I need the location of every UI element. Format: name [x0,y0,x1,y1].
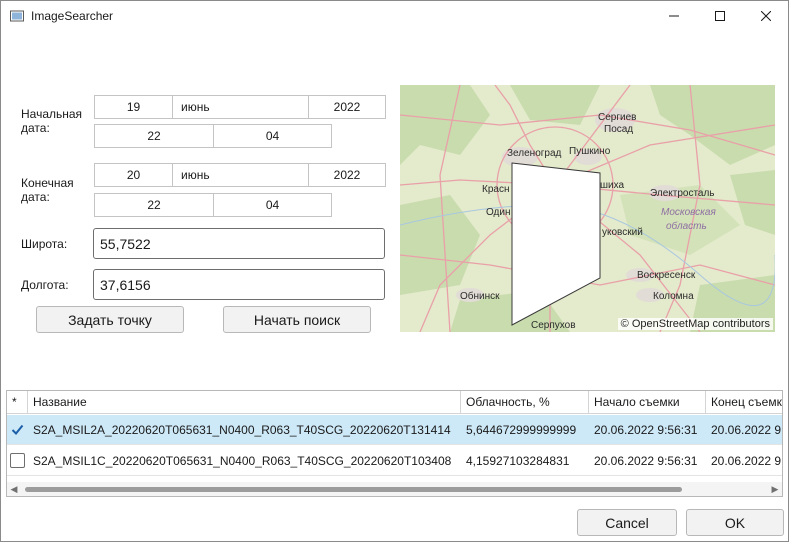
map-label-obninsk: Обнинск [460,290,500,302]
grid-header: * Название Облачность, % Начало съемки К… [7,391,782,414]
map-view[interactable]: Сергиев Посад Зеленоград Пушкино Красн ш… [400,85,775,332]
maximize-button[interactable] [697,1,743,31]
end-year-field[interactable]: 2022 [308,163,386,187]
cell-start: 20.06.2022 9:56:31 [594,454,698,468]
start-date-label: Начальная дата: [21,107,83,135]
horizontal-scrollbar[interactable]: ◀ ▶ [7,482,782,496]
app-icon [10,10,24,22]
close-icon [761,11,771,21]
table-row[interactable]: S2A_MSIL1C_20220620T065631_N0400_R063_T4… [7,446,782,476]
start-year-field[interactable]: 2022 [308,95,386,119]
col-header-cloud[interactable]: Облачность, % [461,391,589,414]
map-label-krasn: Красн [482,184,509,195]
end-month-field[interactable]: июнь [172,163,309,187]
cell-cloud: 5,644672999999999 [466,423,577,437]
map-label-balashikha: шиха [600,180,624,191]
title-bar: ImageSearcher [1,1,788,31]
checkbox[interactable] [10,453,25,468]
scroll-left-icon[interactable]: ◀ [7,482,21,496]
map-label-kolomna: Коломна [653,291,694,302]
map-label-elektrostal: Электросталь [650,188,715,199]
cell-end: 20.06.2022 9 [711,423,782,437]
table-row[interactable]: S2A_MSIL2A_20220620T065631_N0400_R063_T4… [7,415,782,445]
maximize-icon [715,11,725,21]
map-label-zelenograd: Зеленоград [507,148,562,159]
ok-button[interactable]: OK [686,509,784,536]
map-label-serpukhov: Серпухов [531,320,576,331]
cell-name: S2A_MSIL1C_20220620T065631_N0400_R063_T4… [33,454,452,468]
start-hour-field[interactable]: 22 [94,124,214,148]
end-hour-field[interactable]: 22 [94,193,214,217]
minimize-icon [669,15,679,17]
start-search-button[interactable]: Начать поиск [223,306,371,333]
map-label-voskresensk: Воскресенск [637,270,696,281]
col-header-end[interactable]: Конец съемк [706,391,782,414]
end-day-field[interactable]: 20 [94,163,173,187]
set-point-button[interactable]: Задать точку [36,306,184,333]
cell-start: 20.06.2022 9:56:31 [594,423,698,437]
col-header-start[interactable]: Начало съемки [589,391,706,414]
map-attribution: © OpenStreetMap contributors [617,318,773,330]
latitude-label: Широта: [21,237,68,251]
scroll-thumb[interactable] [25,487,682,492]
app-window: ImageSearcher Начальная дата: 19 июнь 20… [0,0,789,542]
results-grid[interactable]: * Название Облачность, % Начало съемки К… [6,390,783,497]
window-title: ImageSearcher [31,9,114,23]
start-minute-field[interactable]: 04 [213,124,332,148]
close-button[interactable] [743,1,789,31]
checkmark-icon[interactable] [10,422,25,437]
latitude-input[interactable]: 55,7522 [93,228,385,259]
longitude-input[interactable]: 37,6156 [93,269,385,300]
cell-name: S2A_MSIL2A_20220620T065631_N0400_R063_T4… [33,423,451,437]
longitude-label: Долгота: [21,278,69,292]
start-month-field[interactable]: июнь [172,95,309,119]
start-day-field[interactable]: 19 [94,95,173,119]
map-label-region-2: область [666,220,707,232]
cell-end: 20.06.2022 9 [711,454,782,468]
end-minute-field[interactable]: 04 [213,193,332,217]
cell-cloud: 4,15927103284831 [466,454,570,468]
map-tiles: Сергиев Посад Зеленоград Пушкино Красн ш… [400,85,775,332]
map-label-odintsovo: Один [486,207,511,218]
map-label-sergiev: Сергиев [598,112,636,123]
map-label-pushkino: Пушкино [569,146,611,157]
map-label-posad: Посад [604,124,633,135]
col-header-name[interactable]: Название [28,391,461,414]
cancel-button[interactable]: Cancel [577,509,677,536]
map-label-zhukovsky: уковский [602,227,643,238]
end-date-label: Конечная дата: [21,176,74,204]
scroll-right-icon[interactable]: ▶ [768,482,782,496]
map-label-region: Московская [661,207,716,218]
col-header-check[interactable]: * [7,391,28,414]
minimize-button[interactable] [651,1,697,31]
